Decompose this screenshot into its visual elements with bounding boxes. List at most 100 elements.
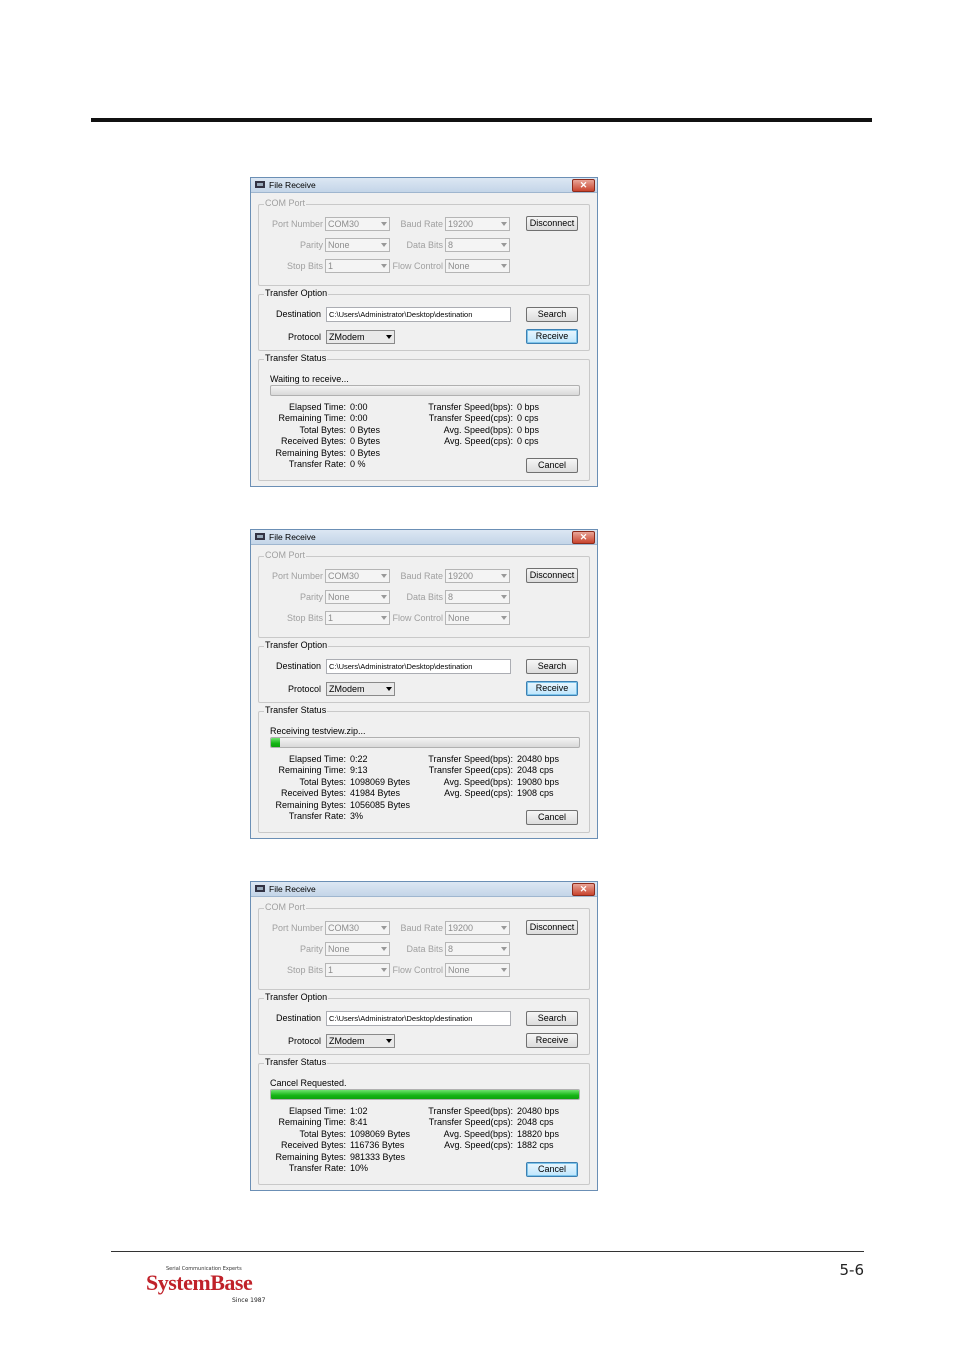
speed-cps-value: 2048 cps xyxy=(517,765,554,775)
disconnect-button[interactable]: Disconnect xyxy=(526,920,578,935)
chevron-down-icon xyxy=(381,222,387,226)
disconnect-button[interactable]: Disconnect xyxy=(526,568,578,583)
chevron-down-icon xyxy=(386,687,392,691)
logo-since: Since 1987 xyxy=(232,1297,266,1304)
baud-rate-select: 19200 xyxy=(445,921,510,935)
avg-cps-label: Avg. Speed(cps): xyxy=(444,788,513,798)
elapsed-time-label: Elapsed Time: xyxy=(288,402,346,412)
progress-fill xyxy=(271,738,281,747)
port-number-select: COM30 xyxy=(325,921,390,935)
protocol-select[interactable]: ZModem xyxy=(326,330,395,344)
transfer-option-group: Transfer Option Destination C:\Users\Adm… xyxy=(258,992,590,1055)
title-bar[interactable]: File Receive ✕ xyxy=(251,882,597,897)
parity-label: Parity xyxy=(299,240,323,250)
total-bytes-label: Total Bytes: xyxy=(299,425,346,435)
speed-cps-value: 2048 cps xyxy=(517,1117,554,1127)
chevron-down-icon xyxy=(501,947,507,951)
port-number-label: Port Number xyxy=(271,219,323,229)
protocol-label: Protocol xyxy=(287,684,321,694)
speed-cps-label: Transfer Speed(cps): xyxy=(428,1117,513,1127)
avg-bps-value: 18820 bps xyxy=(517,1129,560,1139)
remaining-bytes-label: Remaining Bytes: xyxy=(275,1152,346,1162)
close-icon[interactable]: ✕ xyxy=(572,883,595,896)
data-bits-select: 8 xyxy=(445,942,510,956)
received-bytes-label: Received Bytes: xyxy=(280,788,346,798)
search-button[interactable]: Search xyxy=(526,1011,578,1026)
remaining-bytes-value: 0 Bytes xyxy=(350,448,381,458)
disconnect-button[interactable]: Disconnect xyxy=(526,216,578,231)
chevron-down-icon xyxy=(501,968,507,972)
search-button[interactable]: Search xyxy=(526,307,578,322)
speed-bps-value: 20480 bps xyxy=(517,1106,560,1116)
receive-button[interactable]: Receive xyxy=(526,329,578,344)
avg-cps-value: 0 cps xyxy=(517,436,539,446)
remaining-time-value: 0:00 xyxy=(350,413,368,423)
destination-input[interactable]: C:\Users\Administrator\Desktop\destinati… xyxy=(326,307,511,322)
baud-rate-select: 19200 xyxy=(445,217,510,231)
chevron-down-icon xyxy=(501,616,507,620)
data-bits-select: 8 xyxy=(445,238,510,252)
speed-cps-label: Transfer Speed(cps): xyxy=(428,765,513,775)
destination-label: Destination xyxy=(275,1013,321,1023)
transfer-status-legend: Transfer Status xyxy=(264,1057,328,1067)
protocol-select[interactable]: ZModem xyxy=(326,1034,395,1048)
page-number: 5-6 xyxy=(839,1261,865,1279)
app-icon xyxy=(255,885,265,892)
close-icon[interactable]: ✕ xyxy=(572,531,595,544)
transfer-option-group: Transfer Option Destination C:\Users\Adm… xyxy=(258,288,590,351)
window-title: File Receive xyxy=(269,180,316,190)
receive-button[interactable]: Receive xyxy=(526,681,578,696)
close-icon[interactable]: ✕ xyxy=(572,179,595,192)
chevron-down-icon xyxy=(381,926,387,930)
flow-control-label: Flow Control xyxy=(392,965,443,975)
cancel-button[interactable]: Cancel xyxy=(526,458,578,473)
speed-bps-label: Transfer Speed(bps): xyxy=(428,1106,513,1116)
systembase-logo: Serial Communication Experts SystemBase … xyxy=(146,1266,276,1306)
remaining-time-label: Remaining Time: xyxy=(278,413,346,423)
receive-button[interactable]: Receive xyxy=(526,1033,578,1048)
chevron-down-icon xyxy=(386,1039,392,1043)
received-bytes-label: Received Bytes: xyxy=(280,1140,346,1150)
total-bytes-value: 1098069 Bytes xyxy=(350,1129,411,1139)
received-bytes-value: 116736 Bytes xyxy=(350,1140,405,1150)
avg-bps-label: Avg. Speed(bps): xyxy=(443,1129,513,1139)
chevron-down-icon xyxy=(381,947,387,951)
avg-cps-label: Avg. Speed(cps): xyxy=(444,1140,513,1150)
destination-input[interactable]: C:\Users\Administrator\Desktop\destinati… xyxy=(326,659,511,674)
stop-bits-select: 1 xyxy=(325,611,390,625)
parity-select: None xyxy=(325,238,390,252)
search-button[interactable]: Search xyxy=(526,659,578,674)
title-bar[interactable]: File Receive ✕ xyxy=(251,178,597,193)
transfer-rate-label: Transfer Rate: xyxy=(288,459,346,469)
transfer-status-group: Transfer Status Waiting to receive... El… xyxy=(258,353,590,481)
cancel-button[interactable]: Cancel xyxy=(526,1162,578,1177)
avg-bps-value: 19080 bps xyxy=(517,777,560,787)
com-port-group: COM Port Port Number COM30 Baud Rate 192… xyxy=(258,550,590,638)
total-bytes-value: 0 Bytes xyxy=(350,425,381,435)
chevron-down-icon xyxy=(381,574,387,578)
transfer-status-legend: Transfer Status xyxy=(264,353,328,363)
total-bytes-label: Total Bytes: xyxy=(299,777,346,787)
parity-label: Parity xyxy=(299,592,323,602)
remaining-time-label: Remaining Time: xyxy=(278,765,346,775)
avg-bps-label: Avg. Speed(bps): xyxy=(443,777,513,787)
com-port-legend: COM Port xyxy=(264,902,307,912)
transfer-status-group: Transfer Status Cancel Requested. Elapse… xyxy=(258,1057,590,1185)
transfer-rate-label: Transfer Rate: xyxy=(288,811,346,821)
parity-label: Parity xyxy=(299,944,323,954)
stop-bits-select: 1 xyxy=(325,963,390,977)
avg-cps-value: 1908 cps xyxy=(517,788,554,798)
data-bits-label: Data Bits xyxy=(406,240,443,250)
remaining-time-value: 8:41 xyxy=(350,1117,368,1127)
title-bar[interactable]: File Receive ✕ xyxy=(251,530,597,545)
cancel-button[interactable]: Cancel xyxy=(526,810,578,825)
com-port-legend: COM Port xyxy=(264,198,307,208)
transfer-option-legend: Transfer Option xyxy=(264,992,329,1002)
protocol-label: Protocol xyxy=(287,332,321,342)
transfer-option-legend: Transfer Option xyxy=(264,288,329,298)
avg-bps-label: Avg. Speed(bps): xyxy=(443,425,513,435)
destination-input[interactable]: C:\Users\Administrator\Desktop\destinati… xyxy=(326,1011,511,1026)
transfer-status-group: Transfer Status Receiving testview.zip..… xyxy=(258,705,590,833)
transfer-rate-value: 10% xyxy=(350,1163,369,1173)
protocol-select[interactable]: ZModem xyxy=(326,682,395,696)
